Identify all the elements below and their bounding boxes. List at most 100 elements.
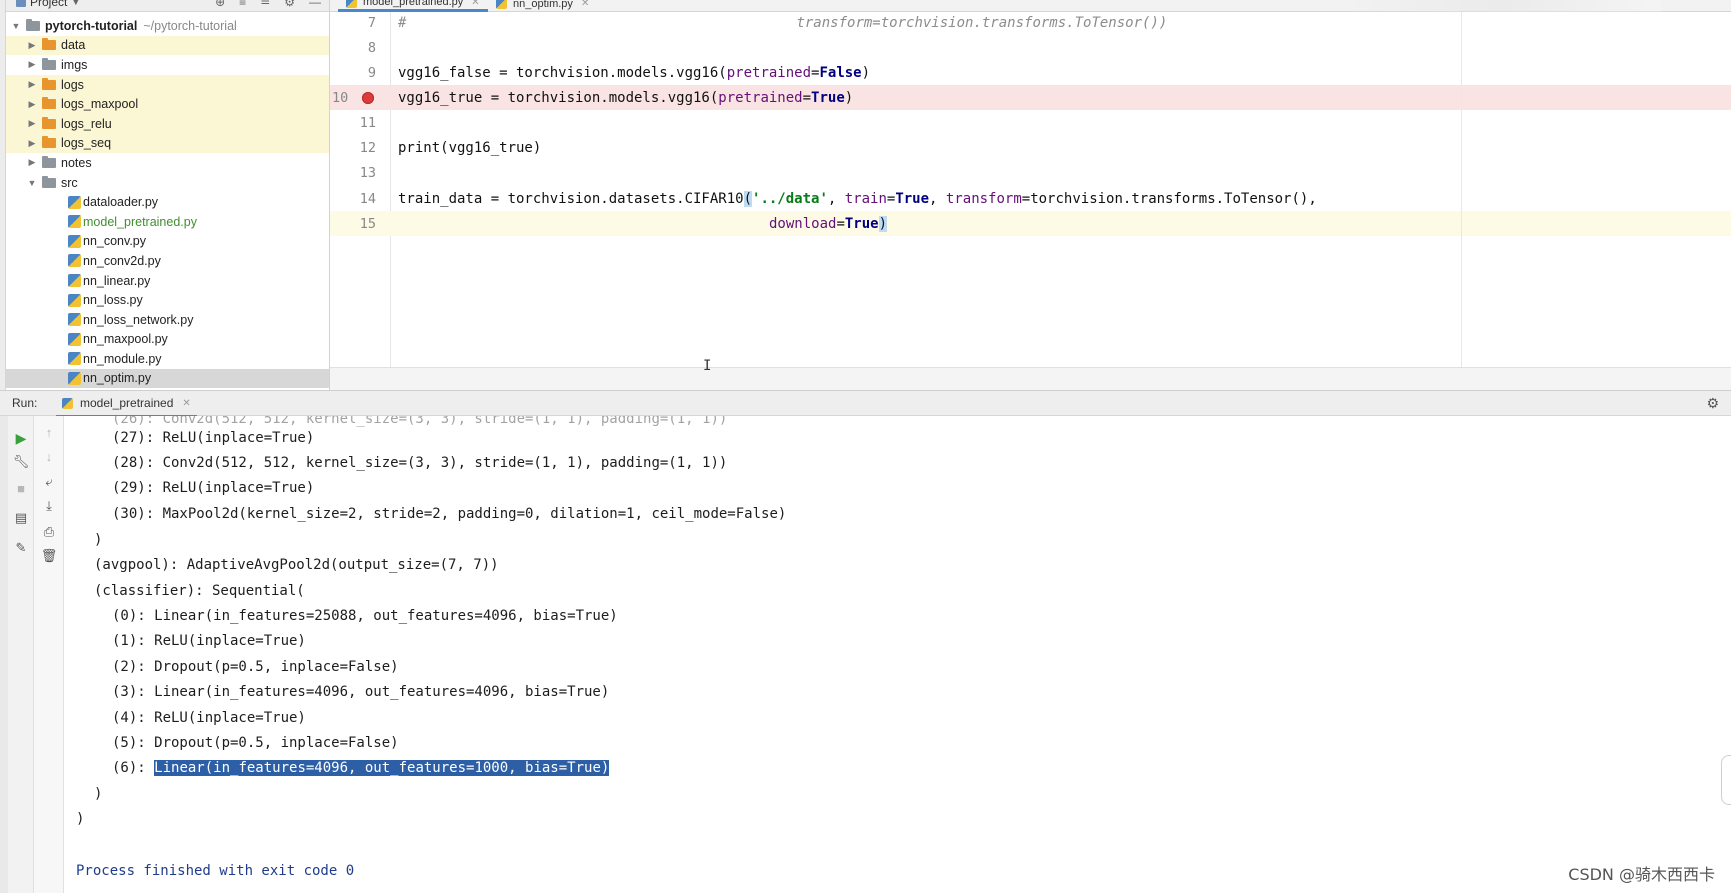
tree-folder-imgs[interactable]: ▶ imgs [6,55,329,75]
project-tree: ▼ pytorch-tutorial ~/pytorch-tutorial ▶ … [6,16,329,389]
tree-folder-logs-seq[interactable]: ▶ logs_seq [6,133,329,154]
locate-icon[interactable]: ⊕ [215,0,225,9]
project-view-selector[interactable]: Project ▼ [16,0,80,9]
selected-text[interactable]: Linear(in_features=4096, out_features=10… [154,760,610,776]
gear-icon[interactable]: ⚙ [1706,395,1719,412]
arrow-up-icon[interactable]: ↑ [39,422,59,442]
code-editor[interactable]: 7 # transform=torchvision.transforms.ToTe… [330,12,1731,367]
arrow-down-icon[interactable]: ↓ [39,446,59,466]
code-line-7[interactable]: 7 # transform=torchvision.transforms.ToTe… [330,10,1731,35]
code-token: ) [861,64,871,81]
close-icon[interactable]: ✕ [581,0,589,9]
tree-folder-data[interactable]: ▶ data [6,35,329,56]
tree-file[interactable]: nn_loss.py [6,290,329,310]
code-line-11[interactable]: 11 [330,110,1731,135]
file-label: nn_loss_network.py [83,312,194,327]
tree-file[interactable]: dataloader.py [6,192,329,212]
folder-icon [26,18,40,31]
tree-file[interactable]: nn_conv2d.py [6,251,329,271]
editor-horizontal-scrollbar[interactable] [330,367,1731,390]
line-content: print(vgg16_true) [398,139,542,156]
tree-folder-notes[interactable]: ▶ notes [6,153,329,173]
folder-label: data [61,38,86,53]
line-number: 11 [359,114,376,131]
folder-icon [42,116,56,129]
chevron-right-icon[interactable]: ▶ [26,138,38,149]
stop-icon[interactable]: ■ [11,478,31,498]
console-line: (3): Linear(in_features=4096, out_featur… [112,684,610,700]
python-file-icon [68,215,81,229]
close-icon[interactable]: ✕ [471,0,479,8]
close-icon[interactable]: ✕ [182,398,190,409]
code-line-8[interactable]: 8 [330,35,1731,60]
print-icon[interactable]: ⎙ [39,522,59,542]
trash-icon[interactable]: 🗑︎ [39,546,59,566]
tree-file[interactable]: nn_loss_network.py [6,310,329,330]
code-line-9[interactable]: 9 vgg16_false = torchvision.models.vgg16… [330,60,1731,85]
run-toolbar-primary: ▶ 🔧︎ ■ ▤ ✎ [8,416,34,893]
const-token: True [811,89,845,106]
code-line-15[interactable]: 15 download=True) [330,211,1731,236]
chevron-right-icon[interactable]: ▶ [26,59,38,70]
line-content: vgg16_false = torchvision.models.vgg16(p… [398,65,870,81]
matched-bracket: ( [743,190,753,207]
folder-label: logs [61,77,84,92]
tree-folder-logs-relu[interactable]: ▶ logs_relu [6,113,329,134]
project-icon [16,0,26,7]
soft-wrap-icon[interactable]: ⤶ [39,472,59,492]
breakpoint-icon[interactable] [362,91,374,104]
chevron-down-icon[interactable]: ▼ [26,178,38,188]
line-content: train_data = torchvision.datasets.CIFAR1… [398,190,1317,207]
tree-folder-logs-maxpool[interactable]: ▶ logs_maxpool [6,94,329,114]
tree-file[interactable]: nn_maxpool.py [6,330,329,350]
file-label: nn_maxpool.py [83,332,168,347]
console-line: (28): Conv2d(512, 512, kernel_size=(3, 3… [112,455,728,471]
code-line-14[interactable]: 14 train_data = torchvision.datasets.CIF… [330,186,1731,211]
run-tab-model-pretrained[interactable]: model_pretrained ✕ [56,391,197,417]
tree-folder-logs[interactable]: ▶ logs [6,74,329,95]
console-line: (avgpool): AdaptiveAvgPool2d(output_size… [94,557,499,573]
hide-icon[interactable]: — [309,0,321,9]
tree-file[interactable]: nn_module.py [6,349,329,369]
chevron-right-icon[interactable]: ▶ [26,40,38,51]
pin-icon[interactable]: ✎ [11,538,31,558]
gear-icon[interactable]: ⚙ [284,0,295,9]
code-line-10[interactable]: 10 vgg16_true = torchvision.models.vgg16… [330,85,1731,110]
chevron-down-icon[interactable]: ▼ [10,21,22,31]
line-number: 13 [359,164,376,181]
chevron-right-icon[interactable]: ▶ [26,157,38,168]
code-line-12[interactable]: 12 print(vgg16_true) [330,135,1731,160]
code-token: =torchvision.transforms.ToTensor(), [1021,190,1317,207]
tree-root[interactable]: ▼ pytorch-tutorial ~/pytorch-tutorial [6,16,329,36]
expand-all-icon[interactable]: ≡ [239,0,246,9]
layout-icon[interactable]: ▤ [11,508,31,528]
console-line: (27): ReLU(inplace=True) [112,430,315,446]
file-label: nn_optim.py [83,371,152,386]
line-content: download=True) [769,215,888,232]
tree-file[interactable]: model_pretrained.py [6,212,329,232]
console-line: (1): ReLU(inplace=True) [112,633,306,649]
tree-file[interactable]: nn_linear.py [6,271,329,291]
code-line-13[interactable]: 13 [330,160,1731,185]
side-panel-handle[interactable] [1721,755,1731,805]
python-file-icon [68,293,81,307]
collapse-all-icon[interactable]: ≐ [260,0,270,9]
run-console[interactable]: (26): Conv2d(512, 512, kernel_size=(3, 3… [64,416,1731,893]
chevron-right-icon[interactable]: ▶ [26,79,38,90]
tree-file-selected[interactable]: nn_optim.py [6,368,329,389]
chevron-right-icon[interactable]: ▶ [26,99,38,110]
comment-token: # [398,14,407,31]
scroll-to-end-icon[interactable]: ⤓ [39,496,59,516]
const-token: True [895,190,930,207]
chevron-right-icon[interactable]: ▶ [26,118,38,129]
wrench-icon[interactable]: 🔧︎ [11,452,31,472]
chevron-down-icon: ▼ [71,0,81,7]
folder-icon [42,57,56,70]
tree-file[interactable]: nn_conv.py [6,232,329,252]
folder-icon [42,136,56,149]
console-line: ) [76,811,85,827]
folder-label: logs_maxpool [61,97,139,112]
tree-folder-src[interactable]: ▼ src [6,173,329,193]
console-line: (5): Dropout(p=0.5, inplace=False) [112,735,399,751]
rerun-icon[interactable]: ▶ [11,428,31,448]
